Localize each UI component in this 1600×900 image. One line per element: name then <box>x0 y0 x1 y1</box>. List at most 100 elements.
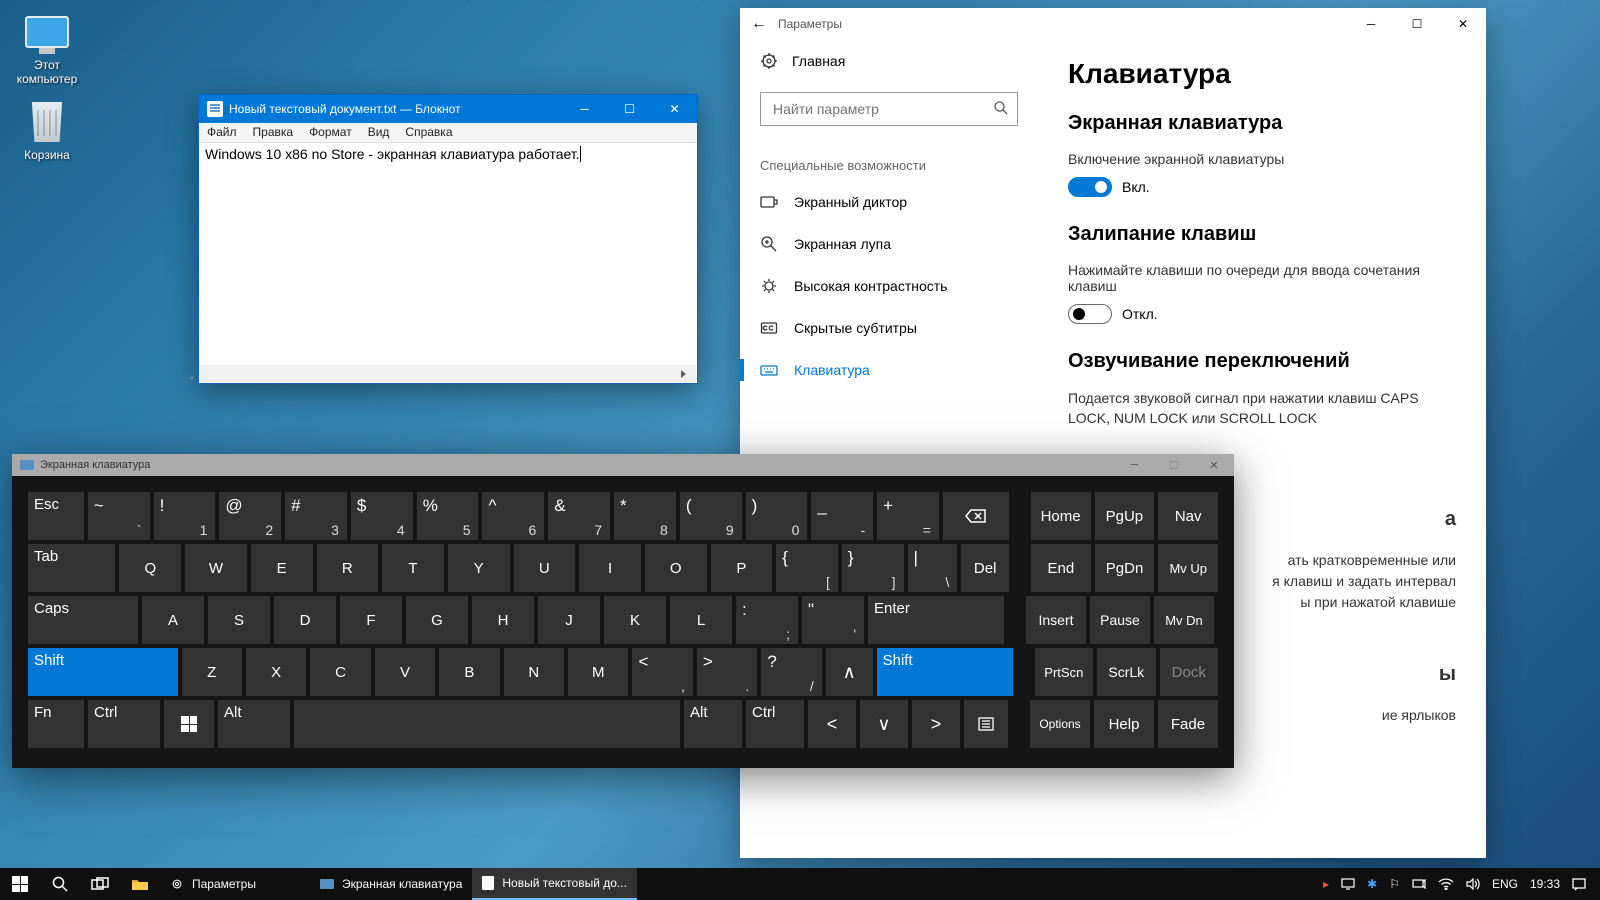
key-semicolon[interactable]: :; <box>736 596 798 644</box>
nav-keyboard[interactable]: Клавиатура <box>740 349 1038 391</box>
key-mvdn[interactable]: Mv Dn <box>1154 596 1214 644</box>
minimize-button[interactable]: ─ <box>1114 454 1154 476</box>
key-7[interactable]: &7 <box>548 492 610 540</box>
key-comma[interactable]: <, <box>632 648 692 696</box>
menu-format[interactable]: Формат <box>301 123 360 142</box>
key-n[interactable]: N <box>504 648 564 696</box>
minimize-button[interactable]: ─ <box>562 95 607 123</box>
menu-help[interactable]: Справка <box>397 123 460 142</box>
tray-flag-icon[interactable]: ▸ <box>1323 877 1329 891</box>
key-lbracket[interactable]: {[ <box>776 544 838 592</box>
key-options[interactable]: Options <box>1030 700 1090 748</box>
key-r[interactable]: R <box>317 544 379 592</box>
key-i[interactable]: I <box>579 544 641 592</box>
key-u[interactable]: U <box>514 544 576 592</box>
desktop-icon-recycle-bin[interactable]: Корзина <box>8 100 86 162</box>
key-3[interactable]: #3 <box>285 492 347 540</box>
toggle-osk[interactable] <box>1068 177 1112 197</box>
key-scrlk[interactable]: ScrLk <box>1097 648 1155 696</box>
key-del[interactable]: Del <box>961 544 1009 592</box>
key-9[interactable]: (9 <box>680 492 742 540</box>
start-button[interactable] <box>0 868 40 900</box>
key-left[interactable]: < <box>808 700 856 748</box>
tray-network-icon[interactable] <box>1412 878 1426 890</box>
key-equals[interactable]: += <box>877 492 939 540</box>
key-v[interactable]: V <box>375 648 435 696</box>
taskbar-app-notepad[interactable]: Новый текстовый до... <box>472 868 637 900</box>
key-1[interactable]: !1 <box>154 492 216 540</box>
key-rbracket[interactable]: }] <box>842 544 904 592</box>
key-rshift[interactable]: Shift <box>877 648 1013 696</box>
key-4[interactable]: $4 <box>351 492 413 540</box>
tray-wifi-icon[interactable] <box>1438 878 1454 890</box>
menu-edit[interactable]: Правка <box>245 123 302 142</box>
key-enter[interactable]: Enter <box>868 596 1004 644</box>
key-t[interactable]: T <box>382 544 444 592</box>
maximize-button[interactable]: ☐ <box>1154 454 1194 476</box>
key-s[interactable]: S <box>208 596 270 644</box>
nav-magnifier[interactable]: Экранная лупа <box>740 223 1038 265</box>
key-esc[interactable]: Esc <box>28 492 84 540</box>
key-o[interactable]: O <box>645 544 707 592</box>
tray-language[interactable]: ENG <box>1492 877 1518 891</box>
nav-narrator[interactable]: Экранный диктор <box>740 181 1038 223</box>
tray-security-icon[interactable]: ⚐ <box>1389 877 1400 891</box>
key-x[interactable]: X <box>246 648 306 696</box>
key-dock[interactable]: Dock <box>1160 648 1218 696</box>
key-lalt[interactable]: Alt <box>218 700 290 748</box>
key-h[interactable]: H <box>472 596 534 644</box>
maximize-button[interactable]: ☐ <box>607 95 652 123</box>
key-menu[interactable] <box>964 700 1008 748</box>
key-w[interactable]: W <box>185 544 247 592</box>
key-pgdn[interactable]: PgDn <box>1095 544 1155 592</box>
key-home[interactable]: Home <box>1031 492 1091 540</box>
close-button[interactable]: ✕ <box>652 95 697 123</box>
key-nav[interactable]: Nav <box>1158 492 1218 540</box>
key-k[interactable]: K <box>604 596 666 644</box>
key-5[interactable]: %5 <box>417 492 479 540</box>
key-lshift[interactable]: Shift <box>28 648 178 696</box>
key-ralt[interactable]: Alt <box>684 700 742 748</box>
key-caps[interactable]: Caps <box>28 596 138 644</box>
key-z[interactable]: Z <box>182 648 242 696</box>
key-period[interactable]: >. <box>697 648 757 696</box>
key-minus[interactable]: _- <box>811 492 873 540</box>
tray-status-icon[interactable] <box>1341 877 1355 891</box>
key-down[interactable]: ∨ <box>860 700 908 748</box>
task-view-button[interactable] <box>80 868 120 900</box>
taskbar-app-osk[interactable]: Экранная клавиатура <box>310 868 472 900</box>
key-p[interactable]: P <box>711 544 773 592</box>
tray-volume-icon[interactable] <box>1466 878 1480 890</box>
key-f[interactable]: F <box>340 596 402 644</box>
key-d[interactable]: D <box>274 596 336 644</box>
key-right[interactable]: > <box>912 700 960 748</box>
key-2[interactable]: @2 <box>219 492 281 540</box>
nav-closed-captions[interactable]: Скрытые субтитры <box>740 307 1038 349</box>
key-end[interactable]: End <box>1031 544 1091 592</box>
key-q[interactable]: Q <box>119 544 181 592</box>
key-fn[interactable]: Fn <box>28 700 84 748</box>
maximize-button[interactable]: ☐ <box>1394 8 1440 40</box>
key-insert[interactable]: Insert <box>1026 596 1086 644</box>
key-l[interactable]: L <box>670 596 732 644</box>
key-backslash[interactable]: |\ <box>908 544 958 592</box>
key-slash[interactable]: ?/ <box>761 648 821 696</box>
notepad-textarea[interactable]: Windows 10 x86 no Store - экранная клави… <box>199 143 697 365</box>
file-explorer-button[interactable] <box>120 868 160 900</box>
search-input[interactable] <box>760 92 1018 126</box>
key-y[interactable]: Y <box>448 544 510 592</box>
key-8[interactable]: *8 <box>614 492 676 540</box>
key-lctrl[interactable]: Ctrl <box>88 700 160 748</box>
key-tab[interactable]: Tab <box>28 544 115 592</box>
key-pgup[interactable]: PgUp <box>1095 492 1155 540</box>
minimize-button[interactable]: ─ <box>1348 8 1394 40</box>
key-backtick[interactable]: ~` <box>88 492 150 540</box>
key-mvup[interactable]: Mv Up <box>1158 544 1218 592</box>
key-e[interactable]: E <box>251 544 313 592</box>
key-0[interactable]: )0 <box>746 492 808 540</box>
osk-titlebar[interactable]: Экранная клавиатура ─ ☐ ✕ <box>12 454 1234 476</box>
close-button[interactable]: ✕ <box>1440 8 1486 40</box>
taskbar-search[interactable] <box>40 868 80 900</box>
notepad-titlebar[interactable]: Новый текстовый документ.txt — Блокнот ─… <box>199 95 697 123</box>
tray-bluetooth-icon[interactable]: ✱ <box>1367 877 1377 891</box>
